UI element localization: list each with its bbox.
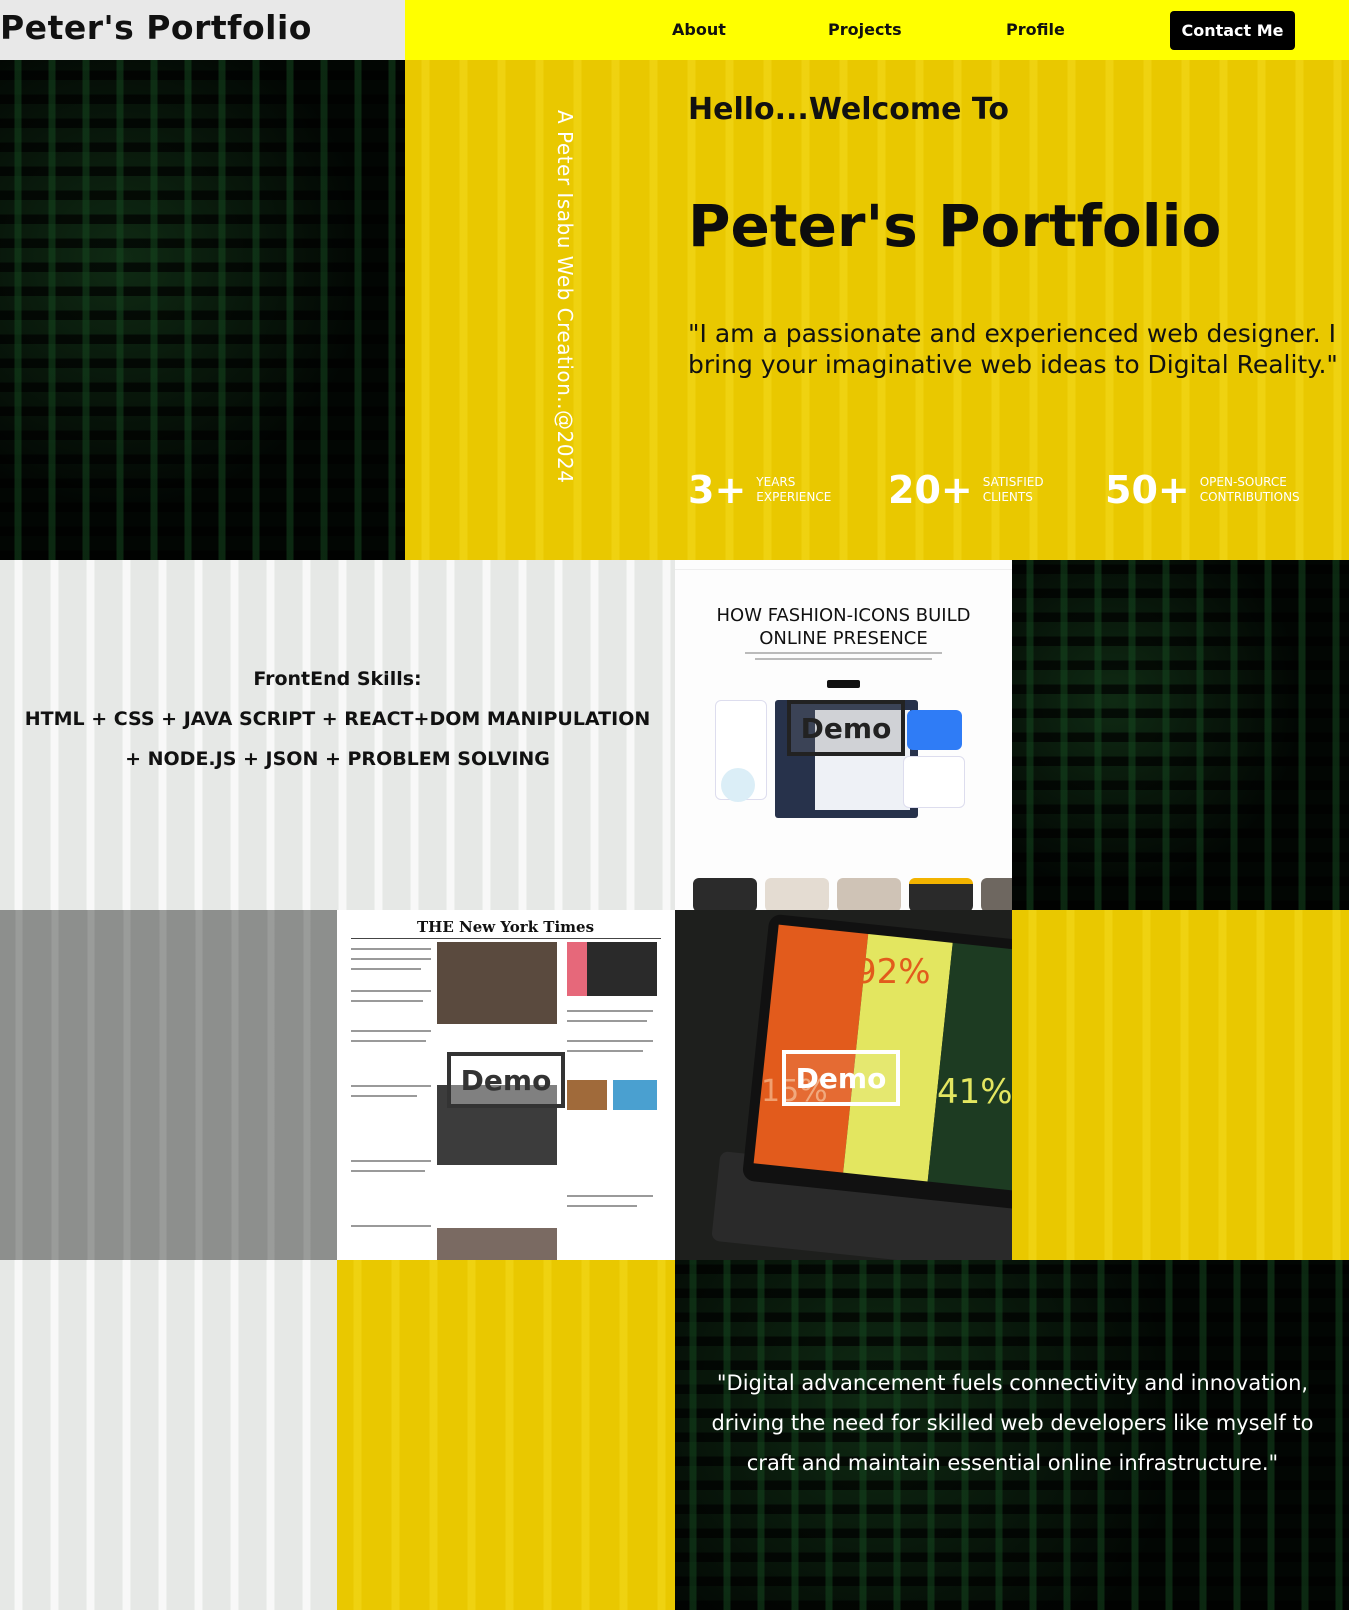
- news-photo: [567, 1080, 607, 1110]
- project-heading-line2: ONLINE PRESENCE: [759, 628, 928, 649]
- watch-thumbnail: [909, 878, 973, 910]
- stat-label-line2: EXPERIENCE: [756, 490, 832, 504]
- vertical-caption: A Peter Isabu Web Creation..@2024: [553, 110, 577, 484]
- article-line: [351, 1085, 431, 1087]
- yellow-panel: [1012, 910, 1349, 1260]
- article-line: [567, 1010, 653, 1012]
- skills-panel: [0, 560, 675, 910]
- article-line: [351, 948, 431, 950]
- brand-bar: Peter's Portfolio: [0, 0, 405, 60]
- stat-41-percent: 41%: [937, 1072, 1012, 1112]
- nav-link-profile[interactable]: Profile: [1006, 20, 1065, 39]
- article-line: [351, 968, 421, 970]
- stat-label-line2: CONTRIBUTIONS: [1199, 490, 1300, 504]
- project-preview-navbar: [675, 560, 1012, 570]
- project-preview-heading: HOW FASHION-ICONS BUILD ONLINE PRESENCE: [675, 604, 1012, 650]
- nyt-masthead: THE New York Times: [417, 918, 595, 936]
- article-line: [351, 1040, 426, 1042]
- project-card-nyt[interactable]: THE New York Times Demo: [337, 910, 675, 1260]
- stat-label-line1: SATISFIED: [982, 475, 1044, 489]
- hero-title: Peter's Portfolio: [688, 192, 1222, 260]
- masthead-rule: [351, 938, 661, 939]
- stat-value: 50+: [1105, 468, 1190, 512]
- project-heading-line1: HOW FASHION-ICONS BUILD: [716, 605, 971, 626]
- stat-contributions: 50+ OPEN-SOURCE CONTRIBUTIONS: [1105, 468, 1300, 512]
- demo-button[interactable]: Demo: [782, 1050, 900, 1106]
- matrix-background-panel: [1012, 560, 1349, 910]
- article-line: [567, 1205, 637, 1207]
- nav-link-projects[interactable]: Projects: [828, 20, 902, 39]
- product-thumbnail: [837, 878, 901, 910]
- yellow-panel: [337, 1260, 675, 1610]
- grey-panel: [0, 910, 337, 1260]
- contact-me-button[interactable]: Contact Me: [1170, 11, 1295, 50]
- article-line: [351, 1030, 431, 1032]
- stat-label-line1: OPEN-SOURCE: [1199, 475, 1287, 489]
- closing-quote: "Digital advancement fuels connectivity …: [711, 1371, 1314, 1475]
- stat-value: 20+: [888, 468, 973, 512]
- preview-button: [827, 680, 860, 688]
- news-photo: [437, 942, 557, 1024]
- skills-title: FrontEnd Skills:: [253, 668, 422, 690]
- stat-label-line1: YEARS: [756, 475, 796, 489]
- article-line: [351, 1095, 417, 1097]
- watch-thumbnail: [693, 878, 757, 910]
- preview-chat-panel: [903, 756, 965, 808]
- skills-list-line2: + NODE.JS + JSON + PROBLEM SOLVING: [125, 748, 550, 770]
- stat-clients: 20+ SATISFIED CLIENTS: [888, 468, 1044, 512]
- article-line: [351, 990, 431, 992]
- matrix-background-panel: [0, 60, 405, 560]
- preview-text-line: [745, 652, 942, 654]
- stat-value: 3+: [688, 468, 747, 512]
- article-line: [567, 1040, 653, 1042]
- stat-92-percent: 92%: [855, 952, 931, 992]
- hero-quote: "I am a passionate and experienced web d…: [688, 319, 1338, 379]
- article-line: [351, 1170, 425, 1172]
- stat-label: SATISFIED CLIENTS: [983, 475, 1044, 505]
- article-line: [351, 1000, 423, 1002]
- article-line: [351, 958, 431, 960]
- project-card-fashion[interactable]: HOW FASHION-ICONS BUILD ONLINE PRESENCE …: [675, 560, 1012, 910]
- product-thumbnail: [765, 878, 829, 910]
- light-panel: [0, 1260, 337, 1610]
- article-line: [567, 1050, 643, 1052]
- demo-button[interactable]: Demo: [787, 700, 905, 756]
- stat-label: OPEN-SOURCE CONTRIBUTIONS: [1200, 475, 1300, 505]
- article-line: [567, 1195, 653, 1197]
- nav-link-about[interactable]: About: [672, 20, 726, 39]
- news-photo: [567, 942, 657, 996]
- stat-label: YEARS EXPERIENCE: [756, 475, 831, 505]
- stat-label-line2: CLIENTS: [982, 490, 1033, 504]
- preview-text-line: [755, 658, 932, 660]
- preview-chat-bubble: [907, 710, 962, 750]
- product-thumbnail: [981, 878, 1012, 910]
- brand-logo-text[interactable]: Peter's Portfolio: [0, 8, 312, 47]
- demo-button[interactable]: Demo: [447, 1052, 565, 1108]
- news-photo: [437, 1228, 557, 1260]
- hero-greeting: Hello...Welcome To: [688, 92, 1010, 127]
- article-line: [351, 1225, 431, 1227]
- preview-circle: [721, 768, 755, 802]
- news-photo: [613, 1080, 657, 1110]
- article-line: [567, 1020, 647, 1022]
- project-card-stats[interactable]: 92% 41% 15% Demo: [675, 910, 1012, 1260]
- stat-years: 3+ YEARS EXPERIENCE: [688, 468, 831, 512]
- article-line: [351, 1160, 431, 1162]
- skills-list-line1: HTML + CSS + JAVA SCRIPT + REACT+DOM MAN…: [24, 708, 651, 730]
